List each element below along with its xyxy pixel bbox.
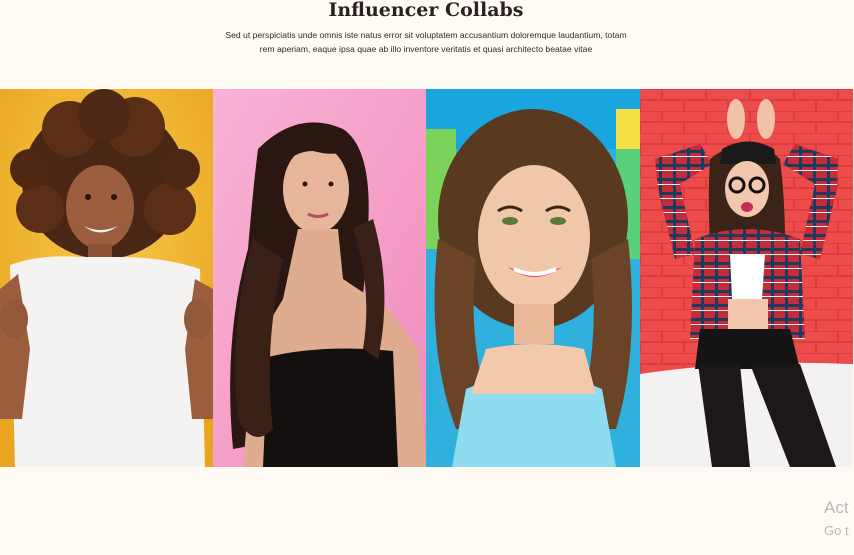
- gallery-tile-3[interactable]: [426, 89, 640, 467]
- activation-watermark-line-2: Go t: [824, 523, 849, 538]
- gallery-tile-2[interactable]: [213, 89, 426, 467]
- influencer-photo-1: [0, 89, 213, 467]
- activation-watermark-line-1: Act: [824, 498, 849, 517]
- gallery-tile-1[interactable]: [0, 89, 213, 467]
- influencer-collabs-page: Influencer Collabs Sed ut perspiciatis u…: [0, 0, 854, 555]
- influencer-photo-3: [426, 89, 640, 467]
- influencer-gallery: [0, 89, 853, 467]
- section-description-line-2: rem aperiam, eaque ipsa quae ab illo inv…: [259, 44, 593, 54]
- section-description-line-1: Sed ut perspiciatis unde omnis iste natu…: [225, 30, 627, 40]
- influencer-photo-4: [640, 89, 853, 467]
- section-description: Sed ut perspiciatis unde omnis iste natu…: [0, 28, 852, 56]
- gallery-tile-4[interactable]: [640, 89, 853, 467]
- section-title: Influencer Collabs: [328, 0, 524, 21]
- influencer-photo-2: [213, 89, 426, 467]
